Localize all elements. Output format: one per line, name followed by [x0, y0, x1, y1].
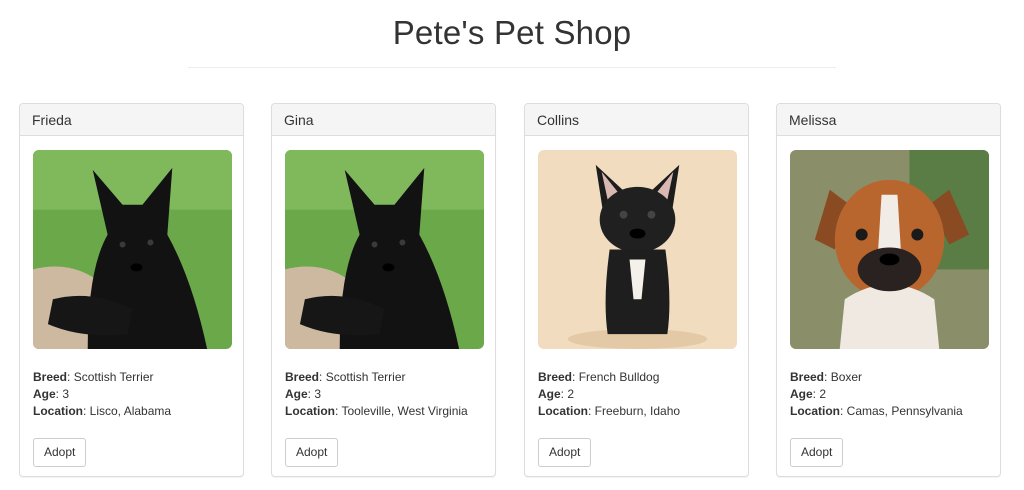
location-value: Lisco, Alabama	[89, 404, 172, 418]
pet-details: Breed: Scottish Terrier Age: 3 Location:…	[33, 370, 172, 418]
location-value: Camas, Pennsylvania	[846, 404, 963, 418]
age-label: Age	[33, 387, 56, 401]
pet-details: Breed: French Bulldog Age: 2 Location: F…	[538, 370, 681, 418]
pet-card-melissa: Melissa Breed: Boxer Age: 2 Location: Ca…	[776, 103, 1001, 477]
page-title: Pete's Pet Shop	[392, 14, 632, 51]
pet-name: Gina	[272, 104, 495, 136]
scottish-terrier-photo	[285, 150, 484, 349]
age-label: Age	[538, 387, 561, 401]
age-value: 2	[819, 387, 827, 401]
adopt-button[interactable]: Adopt	[790, 438, 844, 467]
location-label: Location	[538, 404, 588, 418]
breed-label: Breed	[790, 370, 825, 384]
adopt-button[interactable]: Adopt	[33, 438, 87, 467]
pet-name: Collins	[525, 104, 748, 136]
age-label: Age	[285, 387, 308, 401]
pet-card-frieda: Frieda Breed: Scottish Terrier Age: 3 Lo…	[19, 103, 244, 477]
breed-label: Breed	[285, 370, 320, 384]
breed-label: Breed	[33, 370, 68, 384]
location-value: Tooleville, West Virginia	[341, 404, 468, 418]
breed-value: Scottish Terrier	[73, 370, 154, 384]
scottish-terrier-photo	[33, 150, 232, 349]
age-label: Age	[790, 387, 813, 401]
pet-card-gina: Gina Breed: Scottish Terrier Age: 3 Loca…	[271, 103, 496, 477]
pet-name: Frieda	[20, 104, 243, 136]
age-value: 3	[314, 387, 322, 401]
age-value: 2	[567, 387, 575, 401]
location-value: Freeburn, Idaho	[594, 404, 681, 418]
boxer-dog-photo	[790, 150, 989, 349]
french-bulldog-photo	[538, 150, 737, 349]
adopt-button[interactable]: Adopt	[538, 438, 592, 467]
breed-label: Breed	[538, 370, 573, 384]
location-label: Location	[285, 404, 335, 418]
breed-value: Boxer	[830, 370, 863, 384]
breed-value: French Bulldog	[578, 370, 660, 384]
location-label: Location	[33, 404, 83, 418]
pet-card-collins: Collins Breed: French Bulldog Age: 2 Loc…	[524, 103, 749, 477]
breed-value: Scottish Terrier	[325, 370, 406, 384]
age-value: 3	[62, 387, 70, 401]
pet-details: Breed: Scottish Terrier Age: 3 Location:…	[285, 370, 468, 418]
pet-details: Breed: Boxer Age: 2 Location: Camas, Pen…	[790, 370, 963, 418]
pet-name: Melissa	[777, 104, 1000, 136]
title-divider	[188, 67, 836, 68]
adopt-button[interactable]: Adopt	[285, 438, 339, 467]
location-label: Location	[790, 404, 840, 418]
